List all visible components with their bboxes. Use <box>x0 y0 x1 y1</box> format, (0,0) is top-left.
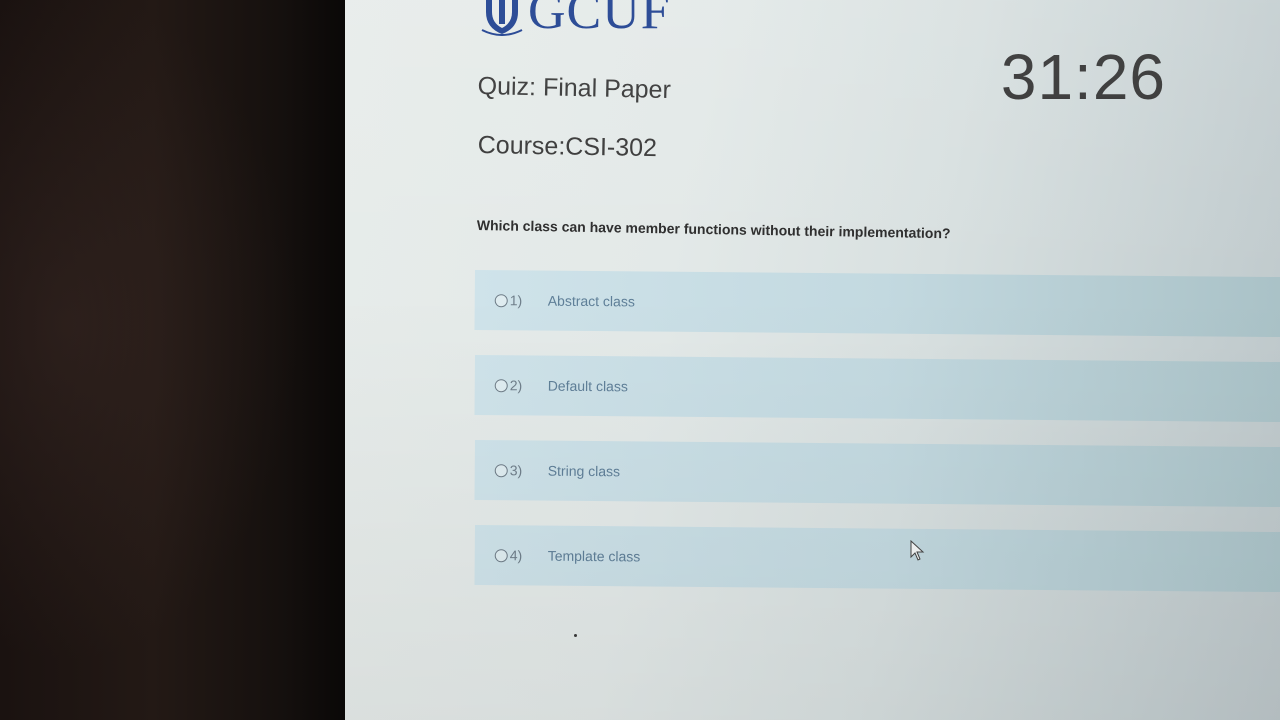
question-text: Which class can have member functions wi… <box>476 217 951 242</box>
quiz-screen: GCUF 31:26 Quiz: Final Paper Course:CSI-… <box>345 0 1280 720</box>
mouse-pointer-icon <box>910 540 925 561</box>
photo-frame: GCUF 31:26 Quiz: Final Paper Course:CSI-… <box>0 0 1280 720</box>
logo-text: GCUF <box>528 0 671 40</box>
option-label-3[interactable]: String class <box>548 463 620 480</box>
screen-speck <box>574 634 577 637</box>
monitor-bezel <box>0 0 340 720</box>
option-label-4[interactable]: Template class <box>548 548 641 565</box>
option-number-3: 3) <box>509 462 523 479</box>
answer-option-4[interactable]: 4) Template class <box>474 525 1280 593</box>
option-label-2[interactable]: Default class <box>548 378 628 395</box>
radio-button-3[interactable] <box>494 463 508 477</box>
option-number-2: 2) <box>509 377 523 394</box>
radio-button-2[interactable] <box>494 378 508 392</box>
answer-option-1[interactable]: 1) Abstract class <box>474 270 1280 338</box>
option-label-1[interactable]: Abstract class <box>548 293 635 310</box>
quiz-title: Quiz: Final Paper <box>477 72 672 105</box>
countdown-timer: 31:26 <box>1000 41 1166 113</box>
course-code: Course:CSI-302 <box>477 131 658 163</box>
crest-icon <box>481 0 523 36</box>
answer-option-2[interactable]: 2) Default class <box>474 355 1280 423</box>
option-number-4: 4) <box>509 547 523 564</box>
option-number-1: 1) <box>509 292 523 309</box>
radio-button-1[interactable] <box>494 293 508 307</box>
university-logo: GCUF <box>480 0 671 38</box>
answer-option-3[interactable]: 3) String class <box>474 440 1280 508</box>
radio-button-4[interactable] <box>494 548 508 562</box>
